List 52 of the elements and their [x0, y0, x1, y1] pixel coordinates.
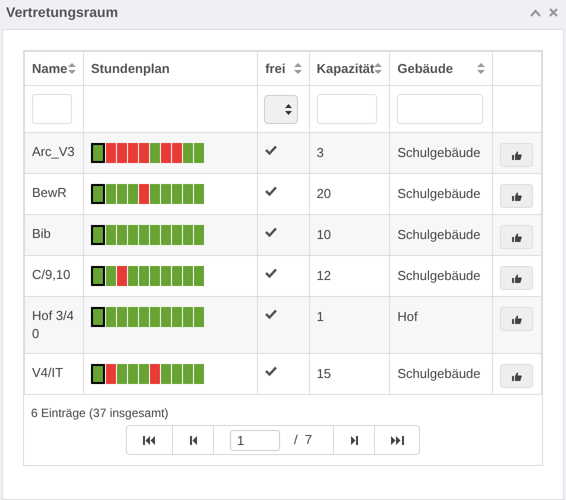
- table-cell-text: V4/IT: [32, 364, 64, 382]
- sort-icon: [477, 63, 486, 74]
- column-header: Name: [32, 60, 68, 78]
- column-header: Stundenplan: [91, 60, 170, 78]
- table-cell: Schulgebäude: [397, 186, 481, 201]
- page-total: / 7: [294, 431, 312, 450]
- sort-icon: [374, 63, 382, 74]
- thumbs-up-icon: [512, 314, 522, 324]
- thumbs-up-icon: [512, 274, 522, 282]
- column-header: Gebäude: [397, 60, 453, 78]
- capacity-filter-field[interactable]: [316, 94, 377, 124]
- table-cell-text: C/9,10: [32, 266, 72, 284]
- table-cell: 1: [316, 309, 324, 324]
- column-header: frei: [265, 60, 286, 78]
- table-cell: Schulgebäude: [397, 145, 481, 160]
- entries-summary: 6 Einträge (37 insgesamt): [31, 405, 170, 422]
- table-cell-text: BewR: [32, 184, 68, 202]
- select-button[interactable]: [500, 225, 534, 249]
- last-page-icon: [390, 436, 404, 444]
- select-arrows-icon: [285, 104, 292, 114]
- name-filter-field[interactable]: [32, 94, 72, 124]
- select-button[interactable]: [500, 307, 534, 331]
- thumbs-up-icon: [512, 232, 522, 242]
- table-cell: 15: [316, 366, 332, 381]
- column-header: Kapazität: [316, 60, 374, 78]
- table-cell: 10: [316, 227, 332, 242]
- window-title: Vertretungsraum: [6, 3, 118, 22]
- table-cell: Arc_V3: [32, 143, 76, 161]
- thumbs-up-icon: [512, 192, 522, 200]
- free-filter-select[interactable]: [264, 94, 298, 124]
- table-cell-text: Bib: [32, 225, 52, 243]
- table-cell: Schulgebäude: [397, 268, 481, 283]
- select-button[interactable]: [500, 266, 534, 290]
- thumbs-up-icon: [512, 372, 522, 380]
- table-cell: Schulgebäude: [397, 227, 481, 242]
- thumbs-up-icon: [512, 150, 522, 160]
- table-cell-text: Hof 3/4 0: [32, 307, 75, 343]
- building-filter-field[interactable]: [397, 94, 484, 124]
- table-cell: 12: [316, 268, 332, 283]
- next-page-icon: [350, 436, 358, 444]
- select-button[interactable]: [500, 143, 534, 167]
- previous-page-icon: [190, 436, 196, 444]
- first-page-icon: [143, 436, 156, 444]
- sort-icon: [294, 63, 302, 74]
- page-field[interactable]: 1: [230, 430, 280, 450]
- table-cell: Hof: [397, 309, 418, 324]
- select-button[interactable]: [500, 184, 534, 208]
- table-cell: Schulgebäude: [397, 366, 481, 381]
- table-cell: 20: [316, 186, 332, 201]
- select-button[interactable]: [500, 364, 534, 388]
- sort-icon: [68, 63, 76, 74]
- table-cell: 3: [316, 145, 324, 160]
